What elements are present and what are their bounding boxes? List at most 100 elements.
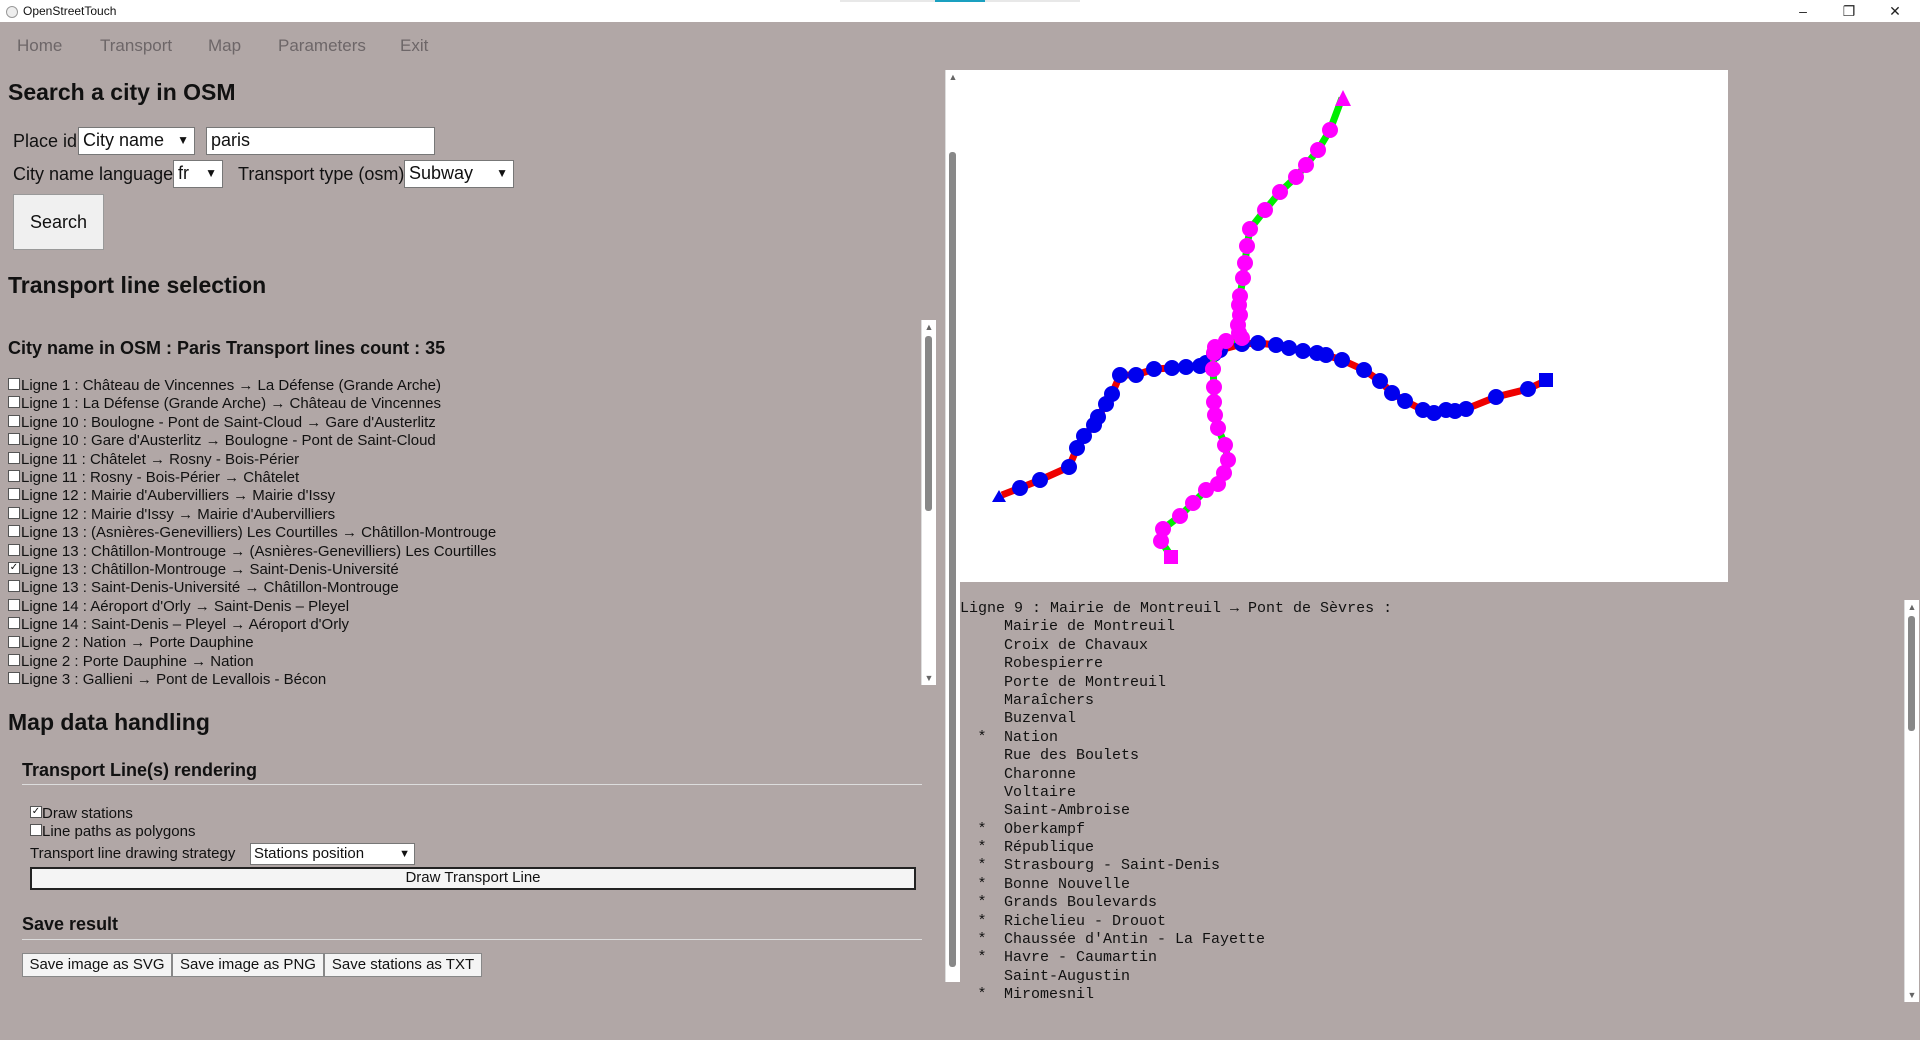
line-label: Ligne 11 : Châtelet → Rosny - Bois-Périe… — [21, 450, 300, 468]
scroll-up-icon[interactable]: ▲ — [946, 72, 960, 82]
line-checkbox[interactable] — [8, 414, 20, 427]
line-selection-heading: Transport line selection — [8, 272, 267, 298]
transport-line-item[interactable]: Ligne 11 : Châtelet → Rosny - Bois-Périe… — [8, 451, 908, 469]
transport-line-item[interactable]: Ligne 2 : Porte Dauphine → Nation — [8, 653, 908, 671]
place-id-type-select[interactable]: City name ▼ — [78, 127, 195, 155]
transport-line-item[interactable]: Ligne 13 : (Asnières-Genevilliers) Les C… — [8, 524, 908, 542]
menu-home[interactable]: Home — [17, 36, 62, 56]
line-checkbox[interactable] — [8, 378, 20, 391]
transport-line-item[interactable]: Ligne 10 : Boulogne - Pont de Saint-Clou… — [8, 414, 908, 432]
station-name: Saint-Ambroise — [1004, 802, 1131, 820]
transport-line-item[interactable]: Ligne 3 : Gallieni → Pont de Levallois -… — [8, 671, 908, 689]
language-select[interactable]: fr ▼ — [173, 160, 223, 188]
draw-stations-checkbox-row[interactable]: ✓ Draw stations — [30, 805, 133, 822]
station-marker — [1281, 340, 1297, 356]
polygons-checkbox[interactable] — [30, 824, 42, 837]
station-marker — [1488, 389, 1504, 405]
transport-line-item[interactable]: Ligne 1 : La Défense (Grande Arche) → Ch… — [8, 395, 908, 413]
line-label: Ligne 3 : Gallieni → Pont de Levallois -… — [21, 671, 327, 689]
draw-stations-checkbox[interactable]: ✓ — [30, 806, 42, 819]
station-marker — [1061, 459, 1077, 475]
close-button[interactable]: ✕ — [1872, 0, 1918, 22]
line-label: Ligne 14 : Saint-Denis – Pleyel → Aéropo… — [21, 616, 350, 634]
transport-line-item[interactable]: Ligne 13 : Châtillon-Montrouge → (Asnièr… — [8, 543, 908, 561]
scroll-down-icon[interactable]: ▼ — [1905, 990, 1919, 1000]
menu-exit[interactable]: Exit — [400, 36, 428, 56]
minimize-button[interactable]: – — [1780, 0, 1826, 22]
transport-line-item[interactable]: Ligne 2 : Nation → Porte Dauphine — [8, 634, 908, 652]
transport-line-item[interactable]: Ligne 11 : Rosny - Bois-Périer → Châtele… — [8, 469, 908, 487]
line-checkbox[interactable] — [8, 543, 20, 556]
station-item: * Richelieu - Drouot — [960, 913, 1900, 931]
transport-line-item[interactable]: Ligne 12 : Mairie d'Issy → Mairie d'Aube… — [8, 506, 908, 524]
draw-transport-line-button[interactable]: Draw Transport Line — [30, 867, 916, 890]
line-checkbox[interactable] — [8, 396, 20, 409]
line-checkbox[interactable] — [8, 433, 20, 446]
transfer-marker: * — [977, 986, 987, 1004]
restore-button[interactable]: ❐ — [1826, 0, 1872, 22]
line-checkbox[interactable] — [8, 451, 20, 464]
save-svg-button[interactable]: Save image as SVG — [22, 953, 172, 977]
transport-line-item[interactable]: Ligne 10 : Gare d'Austerlitz → Boulogne … — [8, 432, 908, 450]
transfer-marker — [960, 766, 1004, 784]
transport-line-item[interactable]: Ligne 14 : Aéroport d'Orly → Saint-Denis… — [8, 598, 908, 616]
scroll-thumb[interactable] — [949, 152, 956, 967]
scroll-up-icon[interactable]: ▲ — [1905, 602, 1919, 612]
strategy-value: Stations position — [254, 845, 365, 862]
station-marker — [1318, 347, 1334, 363]
station-item: * Chaussée d'Antin - La Fayette — [960, 931, 1900, 949]
station-item: Saint-Ambroise — [960, 802, 1900, 820]
station-item: Rue des Boulets — [960, 747, 1900, 765]
transfer-marker — [960, 747, 1004, 765]
scroll-down-icon[interactable]: ▼ — [922, 673, 936, 683]
line-checkbox[interactable] — [8, 506, 20, 519]
transport-line-item[interactable]: ✓ Ligne 13 : Châtillon-Montrouge → Saint-… — [8, 561, 908, 579]
transfer-marker: * — [977, 857, 987, 875]
station-item: * Havre - Caumartin — [960, 949, 1900, 967]
station-item: Voltaire — [960, 784, 1900, 802]
city-name-input[interactable]: paris — [206, 127, 435, 155]
strategy-select[interactable]: Stations position ▼ — [250, 843, 415, 865]
transfer-marker: * — [977, 912, 987, 930]
station-marker — [1520, 381, 1536, 397]
transport-line-item[interactable]: Ligne 12 : Mairie d'Aubervilliers → Mair… — [8, 487, 908, 505]
station-item: * République — [960, 839, 1900, 857]
chevron-down-icon: ▼ — [205, 166, 217, 180]
taskbar-indicator — [840, 0, 1080, 2]
save-txt-button[interactable]: Save stations as TXT — [324, 953, 482, 977]
line-checkbox[interactable] — [8, 525, 20, 538]
scroll-thumb[interactable] — [1908, 616, 1915, 731]
menu-parameters[interactable]: Parameters — [278, 36, 366, 56]
polygons-checkbox-row[interactable]: Line paths as polygons — [30, 823, 195, 840]
line-checkbox[interactable] — [8, 488, 20, 501]
map-panel-scrollbar[interactable]: ▲ — [945, 70, 960, 982]
line-checkbox[interactable] — [8, 617, 20, 630]
transport-line-item[interactable]: Ligne 1 : Château de Vincennes → La Défe… — [8, 377, 908, 395]
station-list-scrollbar[interactable]: ▲ ▼ — [1904, 600, 1919, 1002]
line-checkbox[interactable] — [8, 469, 20, 482]
station-item: Porte de Montreuil — [960, 674, 1900, 692]
line-checkbox[interactable] — [8, 598, 20, 611]
transport-line-item[interactable]: Ligne 13 : Saint-Denis-Université → Chât… — [8, 579, 908, 597]
line-label: Ligne 2 : Nation → Porte Dauphine — [21, 634, 254, 652]
menu-transport[interactable]: Transport — [100, 36, 172, 56]
save-png-button[interactable]: Save image as PNG — [172, 953, 324, 977]
transport-line-item[interactable]: Ligne 14 : Saint-Denis – Pleyel → Aéropo… — [8, 616, 908, 634]
line-checkbox[interactable] — [8, 672, 20, 685]
station-item: Charonne — [960, 766, 1900, 784]
menu-map[interactable]: Map — [208, 36, 241, 56]
search-button[interactable]: Search — [13, 194, 104, 250]
station-marker — [1206, 345, 1222, 361]
line-list-scrollbar[interactable]: ▲ ▼ — [921, 320, 936, 685]
transport-type-select[interactable]: Subway ▼ — [404, 160, 514, 188]
line-checkbox[interactable] — [8, 653, 20, 666]
line-checkbox[interactable]: ✓ — [8, 561, 20, 574]
station-name: Nation — [1004, 728, 1059, 746]
line-checkbox[interactable] — [8, 580, 20, 593]
line-checkbox[interactable] — [8, 635, 20, 648]
transfer-marker — [960, 692, 1004, 710]
station-item: * Grands Boulevards — [960, 894, 1900, 912]
scroll-thumb[interactable] — [925, 336, 932, 511]
scroll-up-icon[interactable]: ▲ — [922, 322, 936, 332]
station-name: Bonne Nouvelle — [1004, 875, 1131, 893]
